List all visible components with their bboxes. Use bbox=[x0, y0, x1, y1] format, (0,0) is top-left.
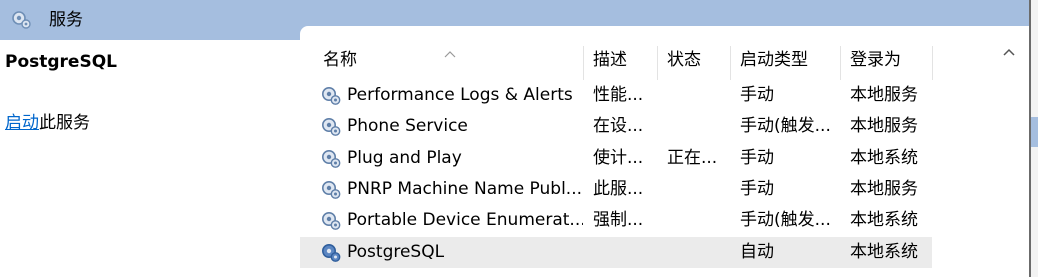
column-divider[interactable] bbox=[657, 46, 658, 80]
service-row-selected[interactable]: PostgreSQL 自动 本地系统 bbox=[300, 236, 932, 268]
column-header-row: 名称 描述 状态 启动类型 登录为 bbox=[300, 36, 1020, 80]
adjacent-panel-highlight bbox=[1031, 117, 1038, 147]
service-name-cell: Performance Logs & Alerts bbox=[347, 85, 573, 105]
service-status-cell bbox=[667, 237, 727, 268]
service-row[interactable]: Plug and Play 使计... 正在... 手动 本地系统 bbox=[300, 143, 932, 174]
services-window: 服务 PostgreSQL 启动此服务 名称 描述 状态 启动类型 登录为 Pe… bbox=[0, 0, 1038, 277]
services-list: 名称 描述 状态 启动类型 登录为 Performance Logs & Ale… bbox=[300, 26, 1029, 277]
service-status-cell bbox=[667, 205, 727, 236]
service-row[interactable]: Performance Logs & Alerts 性能... 手动 本地服务 bbox=[300, 80, 932, 111]
service-logon-cell: 本地系统 bbox=[850, 147, 918, 168]
service-logon-cell: 本地服务 bbox=[850, 85, 918, 105]
service-name-cell: Phone Service bbox=[347, 116, 468, 137]
service-startup-type-cell: 手动 bbox=[740, 147, 774, 168]
service-logon-cell: 本地系统 bbox=[850, 210, 918, 231]
service-gear-icon bbox=[320, 210, 342, 232]
column-divider[interactable] bbox=[730, 46, 731, 80]
service-logon-cell: 本地系统 bbox=[850, 241, 918, 262]
service-startup-type-cell: 手动(触发... bbox=[740, 210, 831, 231]
column-header-description[interactable]: 描述 bbox=[593, 36, 655, 80]
service-name-cell: PNRP Machine Name Publ... bbox=[347, 178, 583, 199]
service-row[interactable]: PNRP Machine Name Publ... 此服... 手动 本地服务 bbox=[300, 174, 932, 205]
service-gear-icon bbox=[320, 85, 342, 107]
gear-icon bbox=[12, 11, 31, 29]
service-startup-type-cell: 手动(触发... bbox=[740, 116, 831, 137]
service-action: 启动此服务 bbox=[5, 108, 90, 133]
column-header-status[interactable]: 状态 bbox=[667, 36, 729, 80]
service-description-cell: 强制... bbox=[593, 210, 644, 231]
service-startup-type-cell: 手动 bbox=[740, 178, 774, 199]
service-logon-cell: 本地服务 bbox=[850, 116, 918, 137]
column-header-logon-as[interactable]: 登录为 bbox=[850, 36, 930, 80]
column-divider[interactable] bbox=[840, 46, 841, 80]
service-row[interactable]: Phone Service 在设... 手动(触发... 本地服务 bbox=[300, 111, 932, 142]
scroll-up-arrow-icon[interactable] bbox=[1001, 46, 1017, 58]
window-title: 服务 bbox=[49, 10, 83, 30]
column-divider[interactable] bbox=[583, 46, 584, 80]
column-header-name[interactable]: 名称 bbox=[323, 36, 583, 80]
service-status-cell: 正在... bbox=[667, 147, 718, 168]
service-gear-icon bbox=[320, 242, 342, 264]
service-logon-cell: 本地服务 bbox=[850, 178, 918, 199]
service-row[interactable]: Portable Device Enumerat... 强制... 手动(触发...… bbox=[300, 205, 932, 236]
service-status-cell bbox=[667, 174, 727, 205]
service-name-cell: Plug and Play bbox=[347, 147, 462, 168]
service-description-cell bbox=[593, 237, 653, 268]
service-startup-type-cell: 手动 bbox=[740, 85, 774, 105]
start-service-link[interactable]: 启动 bbox=[5, 113, 39, 133]
service-status-cell bbox=[667, 80, 727, 111]
service-description-cell: 性能... bbox=[593, 85, 644, 105]
service-gear-icon bbox=[320, 116, 342, 138]
service-description-cell: 此服... bbox=[593, 178, 644, 199]
service-description-cell: 使计... bbox=[593, 147, 644, 168]
service-description-cell: 在设... bbox=[593, 116, 644, 137]
selected-service-name: PostgreSQL bbox=[5, 52, 117, 72]
service-name-cell: PostgreSQL bbox=[347, 241, 445, 262]
service-startup-type-cell: 自动 bbox=[740, 241, 774, 262]
column-header-startup-type[interactable]: 启动类型 bbox=[740, 36, 840, 80]
service-gear-icon bbox=[320, 148, 342, 170]
start-service-suffix: 此服务 bbox=[39, 113, 90, 133]
service-detail-pane: PostgreSQL 启动此服务 bbox=[0, 40, 300, 277]
service-name-cell: Portable Device Enumerat... bbox=[347, 210, 583, 231]
column-divider[interactable] bbox=[932, 46, 933, 80]
vertical-scrollbar[interactable] bbox=[993, 26, 1029, 277]
service-status-cell bbox=[667, 111, 727, 142]
service-gear-icon bbox=[320, 179, 342, 201]
